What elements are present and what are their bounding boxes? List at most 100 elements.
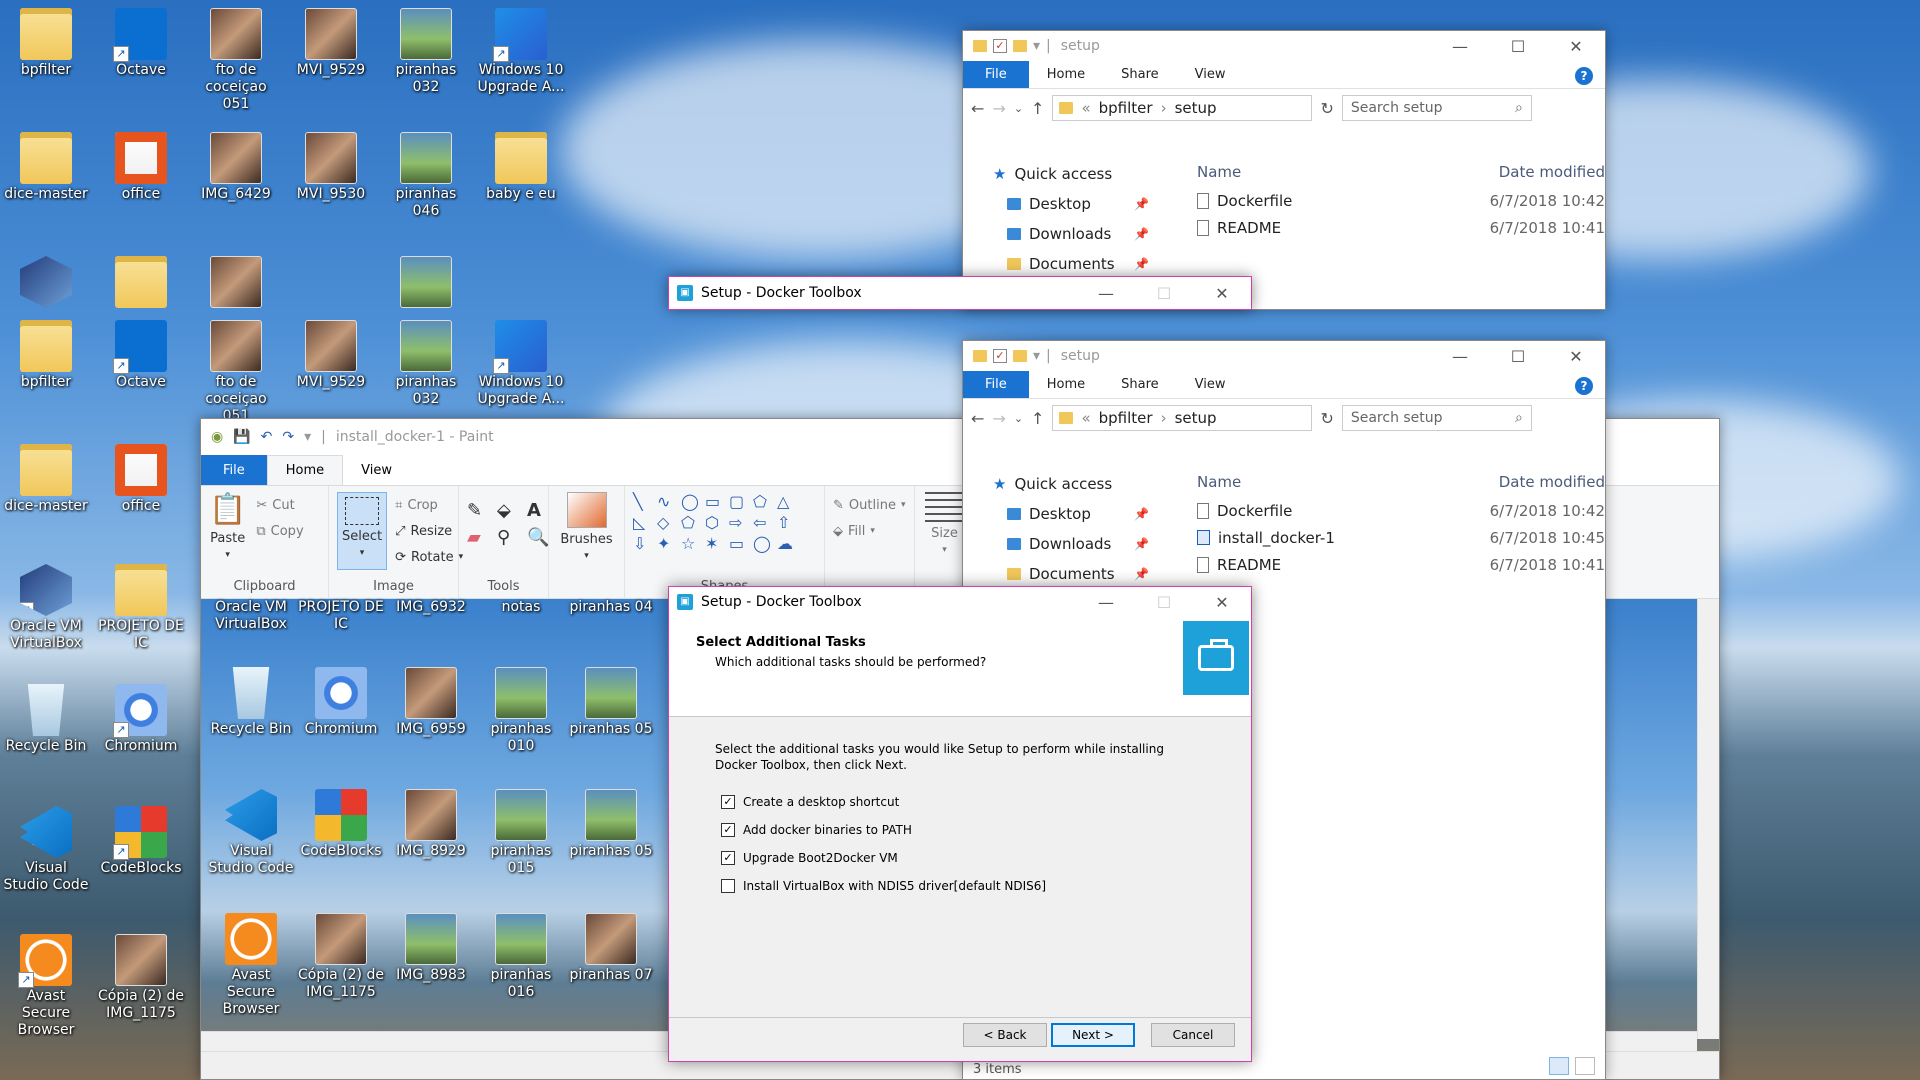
nav-documents[interactable]: Documents 📌	[963, 249, 1163, 279]
properties-icon[interactable]: ✓	[993, 39, 1007, 53]
help-icon[interactable]: ?	[1575, 67, 1593, 85]
desktop-icon-bpfilter-2[interactable]: bpfilter	[2, 316, 90, 391]
breadcrumb-bpfilter[interactable]: bpfilter	[1099, 99, 1153, 117]
desktop-icon-office[interactable]: office	[97, 128, 185, 203]
desktop-icon-avast[interactable]: Avast Secure Browser	[2, 930, 90, 1039]
task-desktop-shortcut[interactable]: ✓ Create a desktop shortcut	[721, 795, 899, 809]
column-name[interactable]: Name	[1173, 473, 1499, 491]
desktop-icon-photo-partial[interactable]	[192, 252, 280, 310]
properties-icon[interactable]: ✓	[993, 349, 1007, 363]
close-button[interactable]: ✕	[1193, 587, 1251, 617]
next-button[interactable]: Next >	[1051, 1023, 1135, 1047]
back-arrow-icon[interactable]: ←	[971, 99, 984, 118]
nav-desktop[interactable]: Desktop 📌	[963, 189, 1163, 219]
task-upgrade-boot2docker[interactable]: ✓ Upgrade Boot2Docker VM	[721, 851, 898, 865]
desktop-icon-copia[interactable]: Cópia (2) de IMG_1175	[97, 930, 185, 1022]
desktop-icon-bpfilter[interactable]: bpfilter	[2, 4, 90, 79]
checkbox-checked[interactable]: ✓	[721, 795, 735, 809]
tab-share[interactable]: Share	[1103, 371, 1177, 398]
desktop-icon-projeto[interactable]: PROJETO DE IC	[97, 560, 185, 652]
rotate-button[interactable]: ⟳ Rotate ▾	[395, 544, 463, 570]
new-folder-icon[interactable]	[1013, 40, 1027, 52]
desktop-icon-photo-partial-2[interactable]	[382, 252, 470, 310]
crop-button[interactable]: ⌗ Crop	[395, 492, 463, 518]
nav-quick-access[interactable]: ★ Quick access	[963, 469, 1163, 499]
desktop-icon-vbox-partial[interactable]	[2, 252, 90, 310]
up-arrow-icon[interactable]: ↑	[1031, 409, 1044, 428]
maximize-button[interactable]: ☐	[1135, 587, 1193, 617]
back-arrow-icon[interactable]: ←	[971, 409, 984, 428]
recent-chevron-icon[interactable]: ⌄	[1014, 102, 1023, 115]
tab-view[interactable]: View	[1177, 61, 1244, 88]
explorer-window-top[interactable]: ✓ ▾ | setup — ☐ ✕ File Home Share View ? ← →…	[962, 30, 1606, 310]
maximize-button[interactable]: ☐	[1489, 31, 1547, 61]
desktop-icon-folder-baby[interactable]: baby e eu	[477, 128, 565, 203]
brushes-button[interactable]: Brushes ▾	[557, 492, 616, 561]
breadcrumb-setup[interactable]: setup	[1175, 409, 1217, 427]
close-button[interactable]: ✕	[1547, 341, 1605, 371]
save-icon[interactable]: 💾	[233, 429, 250, 445]
desktop-icon-photo-4[interactable]: piranhas 046	[382, 128, 470, 220]
setup-dialog-top[interactable]: ▣ Setup - Docker Toolbox — ☐ ✕	[668, 276, 1252, 310]
close-button[interactable]: ✕	[1193, 278, 1251, 308]
desktop-icon-photo-6[interactable]: piranhas 032	[382, 316, 470, 408]
shapes-gallery[interactable]: ╲ ∿ ◯ ▭ ▢ ⬠ △ ◺ ◇ ⬠ ⬡ ⇨ ⇦ ⇧ ⇩ ✦ ☆ ✶ ▭ ◯ ☁	[633, 492, 816, 553]
tab-share[interactable]: Share	[1103, 61, 1177, 88]
breadcrumb-bpfilter[interactable]: bpfilter	[1099, 409, 1153, 427]
chevron-down-icon[interactable]: ▾	[1033, 348, 1040, 364]
desktop-icon-video-1[interactable]: MVI_9529	[287, 4, 375, 79]
setup-dialog[interactable]: ▣ Setup - Docker Toolbox — ☐ ✕ Select Addi…	[668, 586, 1252, 1062]
checkbox-checked[interactable]: ✓	[721, 851, 735, 865]
fill-bucket-icon[interactable]: ⬙	[497, 500, 521, 521]
desktop-icon-dice-2[interactable]: dice-master	[2, 440, 90, 515]
text-tool-icon[interactable]: A	[527, 500, 551, 521]
magnifier-icon[interactable]: 🔍	[527, 527, 551, 548]
recent-chevron-icon[interactable]: ⌄	[1014, 412, 1023, 425]
tab-view[interactable]: View	[343, 455, 410, 485]
desktop-icon-recycle-bin[interactable]: Recycle Bin	[2, 680, 90, 755]
minimize-button[interactable]: —	[1431, 31, 1489, 61]
file-row[interactable]: README 6/7/2018 10:41	[1173, 214, 1605, 241]
minimize-button[interactable]: —	[1077, 278, 1135, 308]
chevron-down-icon[interactable]: ▾	[304, 429, 311, 445]
desktop-icon-photo-2[interactable]: piranhas 032	[382, 4, 470, 96]
search-input[interactable]: Search setup ⌕	[1341, 405, 1532, 431]
task-add-path[interactable]: ✓ Add docker binaries to PATH	[721, 823, 912, 837]
desktop-icon-codeblocks[interactable]: CodeBlocks	[97, 802, 185, 877]
desktop-icon-vscode[interactable]: Visual Studio Code	[2, 802, 90, 894]
nav-downloads[interactable]: Downloads 📌	[963, 219, 1163, 249]
new-folder-icon[interactable]	[1013, 350, 1027, 362]
refresh-icon[interactable]: ↻	[1320, 409, 1333, 428]
address-bar[interactable]: « bpfilter › setup	[1052, 405, 1313, 431]
cut-button[interactable]: ✂ Cut	[256, 492, 303, 518]
file-row[interactable]: Dockerfile 6/7/2018 10:42	[1173, 187, 1605, 214]
desktop-icon-video-3[interactable]: MVI_9529	[287, 316, 375, 391]
undo-icon[interactable]: ↶	[261, 429, 273, 445]
tab-home[interactable]: Home	[1029, 61, 1103, 88]
redo-icon[interactable]: ↷	[282, 429, 294, 445]
tab-file[interactable]: File	[963, 371, 1029, 398]
desktop-icon-photo-5[interactable]: fto de coceiçao 051	[192, 316, 280, 425]
up-arrow-icon[interactable]: ↑	[1031, 99, 1044, 118]
desktop-icon-photo-3[interactable]: IMG_6429	[192, 128, 280, 203]
task-virtualbox-ndis5[interactable]: Install VirtualBox with NDIS5 driver[def…	[721, 879, 1046, 893]
column-date[interactable]: Date modified	[1499, 473, 1605, 491]
tab-file[interactable]: File	[963, 61, 1029, 88]
forward-arrow-icon[interactable]: →	[992, 99, 1005, 118]
column-date[interactable]: Date modified	[1499, 163, 1605, 181]
explorer-titlebar[interactable]: ✓ ▾ | setup — ☐ ✕	[963, 341, 1605, 371]
desktop-icon-folder-partial[interactable]	[97, 252, 185, 310]
size-button[interactable]: Size ▾	[923, 492, 966, 555]
copy-button[interactable]: ⧉ Copy	[256, 518, 303, 544]
desktop-icon-dice[interactable]: dice-master	[2, 128, 90, 203]
eraser-icon[interactable]: ▰	[467, 527, 491, 548]
nav-documents[interactable]: Documents 📌	[963, 559, 1163, 589]
tiles-view-icon[interactable]	[1575, 1057, 1595, 1075]
tab-home[interactable]: Home	[1029, 371, 1103, 398]
column-name[interactable]: Name	[1173, 163, 1499, 181]
file-row[interactable]: README 6/7/2018 10:41	[1173, 551, 1605, 578]
desktop-icon-video-2[interactable]: MVI_9530	[287, 128, 375, 203]
select-button[interactable]: Select ▾	[337, 492, 388, 570]
nav-desktop[interactable]: Desktop 📌	[963, 499, 1163, 529]
explorer-titlebar[interactable]: ✓ ▾ | setup — ☐ ✕	[963, 31, 1605, 61]
